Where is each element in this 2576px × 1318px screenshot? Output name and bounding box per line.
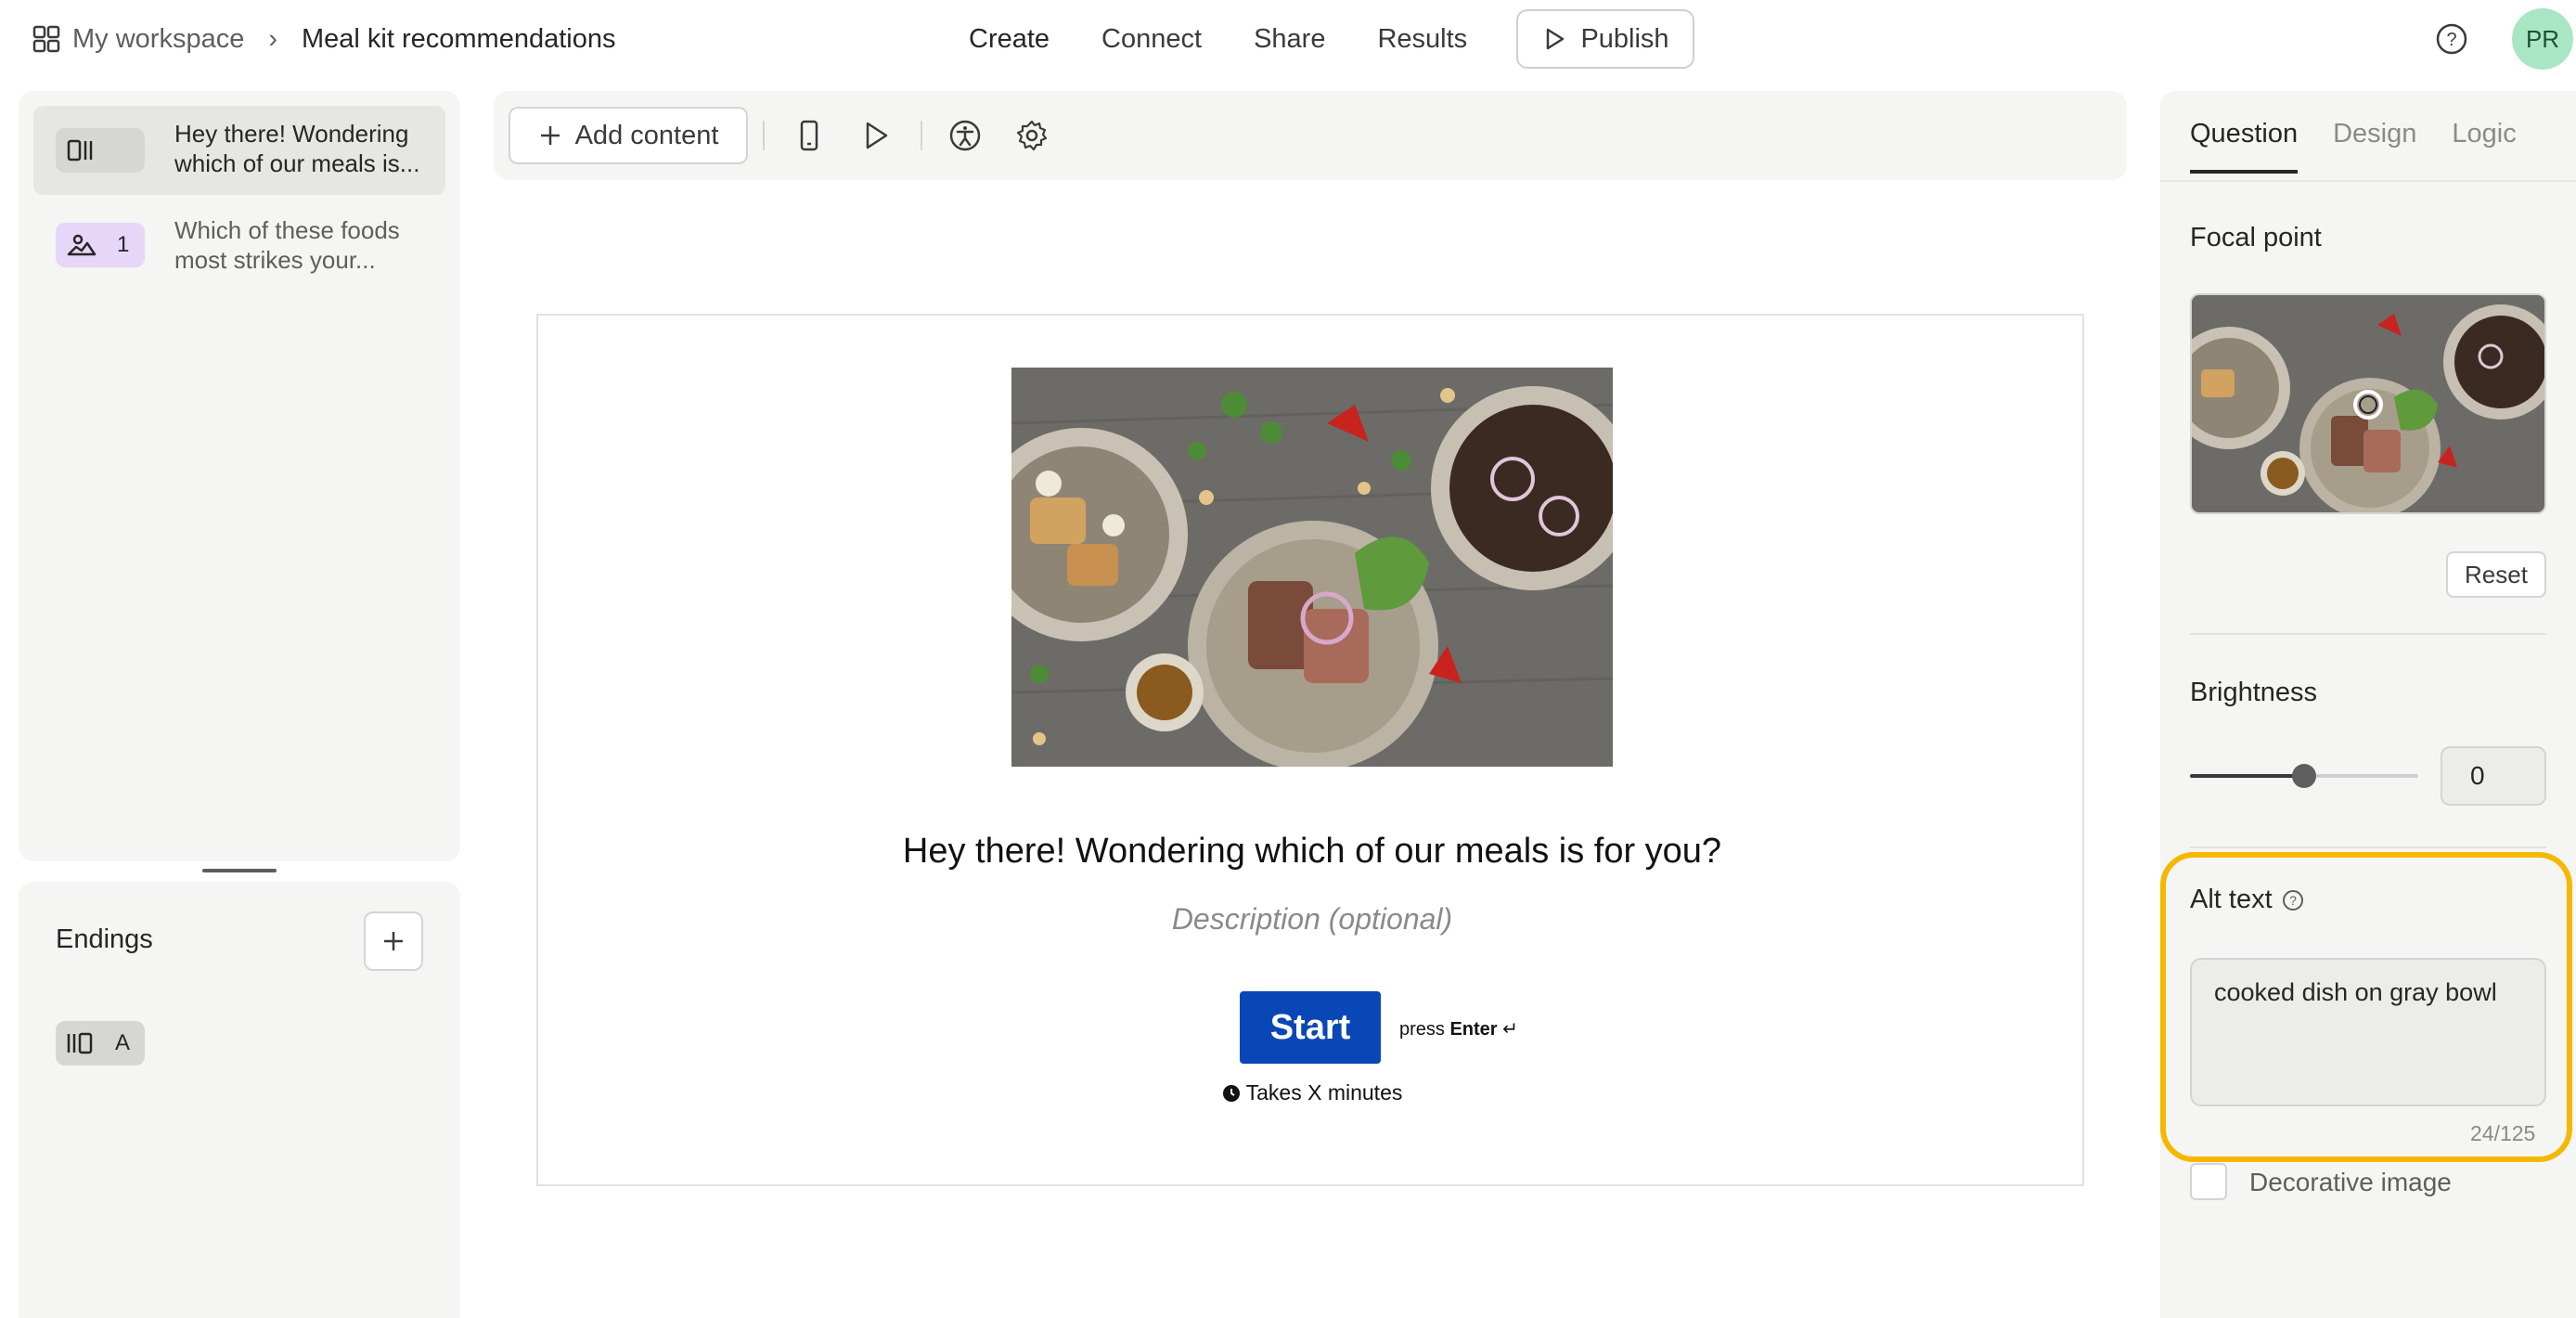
breadcrumb-form-name[interactable]: Meal kit recommendations — [302, 24, 615, 55]
question-item-text: Hey there! Wondering which of our meals … — [174, 120, 420, 177]
welcome-screen-icon — [67, 139, 93, 162]
nav-share[interactable]: Share — [1254, 24, 1325, 55]
mobile-preview-icon[interactable] — [792, 119, 826, 152]
preview-play-icon[interactable] — [859, 119, 893, 152]
ending-screen-icon — [67, 1032, 93, 1054]
question-item-1[interactable]: 1 Which of these foods most strikes your… — [33, 202, 445, 291]
brightness-label: Brightness — [2190, 678, 2318, 707]
add-content-label: Add content — [574, 120, 719, 150]
toolbar-divider — [921, 121, 922, 150]
panel-resize-handle[interactable] — [202, 869, 277, 872]
tab-logic[interactable]: Logic — [2452, 119, 2516, 174]
time-estimate-text: Takes X minutes — [1245, 1080, 1403, 1105]
accessibility-icon[interactable] — [948, 119, 982, 152]
endings-title: Endings — [56, 924, 153, 954]
picture-choice-icon — [67, 234, 97, 256]
clock-icon — [1222, 1084, 1240, 1102]
question-item-text: Which of these foods most strikes your..… — [174, 216, 400, 274]
welcome-title[interactable]: Hey there! Wondering which of our meals … — [538, 832, 2086, 872]
start-button[interactable]: Start — [1240, 991, 1381, 1064]
time-estimate: Takes X minutes — [538, 1080, 2086, 1105]
brightness-slider-fill — [2190, 774, 2304, 778]
section-divider — [2190, 846, 2546, 848]
ending-item-a[interactable]: A — [56, 1021, 145, 1066]
help-icon[interactable]: ? — [2435, 22, 2468, 56]
focal-point-preview[interactable] — [2190, 293, 2546, 514]
add-ending-button[interactable] — [364, 911, 423, 971]
form-preview-canvas: Hey there! Wondering which of our meals … — [536, 314, 2084, 1186]
alt-text-highlight-outline — [2160, 852, 2572, 1162]
main-nav: Create Connect Share Results — [969, 17, 1519, 61]
publish-label: Publish — [1580, 23, 1669, 54]
chevron-right-icon: › — [268, 23, 277, 54]
question-list-panel: Hey there! Wondering which of our meals … — [19, 91, 460, 861]
nav-create[interactable]: Create — [969, 24, 1050, 55]
breadcrumb-workspace[interactable]: My workspace — [72, 24, 244, 55]
brightness-slider-thumb[interactable] — [2292, 764, 2316, 788]
ending-letter: A — [115, 1030, 131, 1055]
question-badge — [56, 128, 145, 173]
toolbar-divider — [763, 121, 765, 150]
plus-icon — [540, 126, 560, 145]
add-content-button[interactable]: Add content — [509, 107, 748, 164]
section-divider — [2190, 633, 2546, 635]
plus-icon — [384, 932, 403, 950]
gear-icon[interactable] — [1015, 119, 1049, 152]
decorative-image-checkbox[interactable] — [2190, 1163, 2227, 1200]
decorative-image-label[interactable]: Decorative image — [2249, 1168, 2452, 1197]
reset-button[interactable]: Reset — [2446, 551, 2546, 598]
press-prefix: press — [1399, 1019, 1445, 1040]
focal-point-label: Focal point — [2190, 223, 2322, 252]
enter-key-icon: ↵ — [1502, 1019, 1518, 1040]
press-enter-hint: press Enter ↵ — [1399, 1017, 1518, 1040]
tabs-divider — [2160, 180, 2576, 182]
top-bar: My workspace › Meal kit recommendations … — [0, 0, 2576, 78]
svg-text:?: ? — [2446, 30, 2456, 50]
grid-icon — [32, 25, 60, 53]
question-item-welcome[interactable]: Hey there! Wondering which of our meals … — [33, 106, 445, 195]
tab-question[interactable]: Question — [2190, 119, 2299, 174]
nav-results[interactable]: Results — [1377, 24, 1467, 55]
endings-panel: Endings A — [19, 882, 460, 1318]
avatar[interactable]: PR — [2512, 8, 2573, 70]
description-placeholder[interactable]: Description (optional) — [538, 902, 2086, 937]
settings-tabs: Question Design Logic — [2190, 119, 2552, 174]
publish-button[interactable]: Publish — [1516, 9, 1694, 69]
editor-toolbar: Add content — [494, 91, 2127, 180]
focal-food-image — [2192, 295, 2544, 512]
nav-connect[interactable]: Connect — [1101, 24, 1202, 55]
breadcrumb: My workspace › Meal kit recommendations — [32, 19, 615, 59]
tab-design[interactable]: Design — [2333, 119, 2416, 174]
press-key: Enter — [1449, 1019, 1498, 1040]
brightness-input[interactable]: 0 — [2441, 746, 2546, 806]
question-badge: 1 — [56, 223, 145, 267]
question-number: 1 — [117, 232, 130, 257]
food-image[interactable] — [1011, 368, 1613, 767]
play-icon — [1547, 28, 1565, 50]
